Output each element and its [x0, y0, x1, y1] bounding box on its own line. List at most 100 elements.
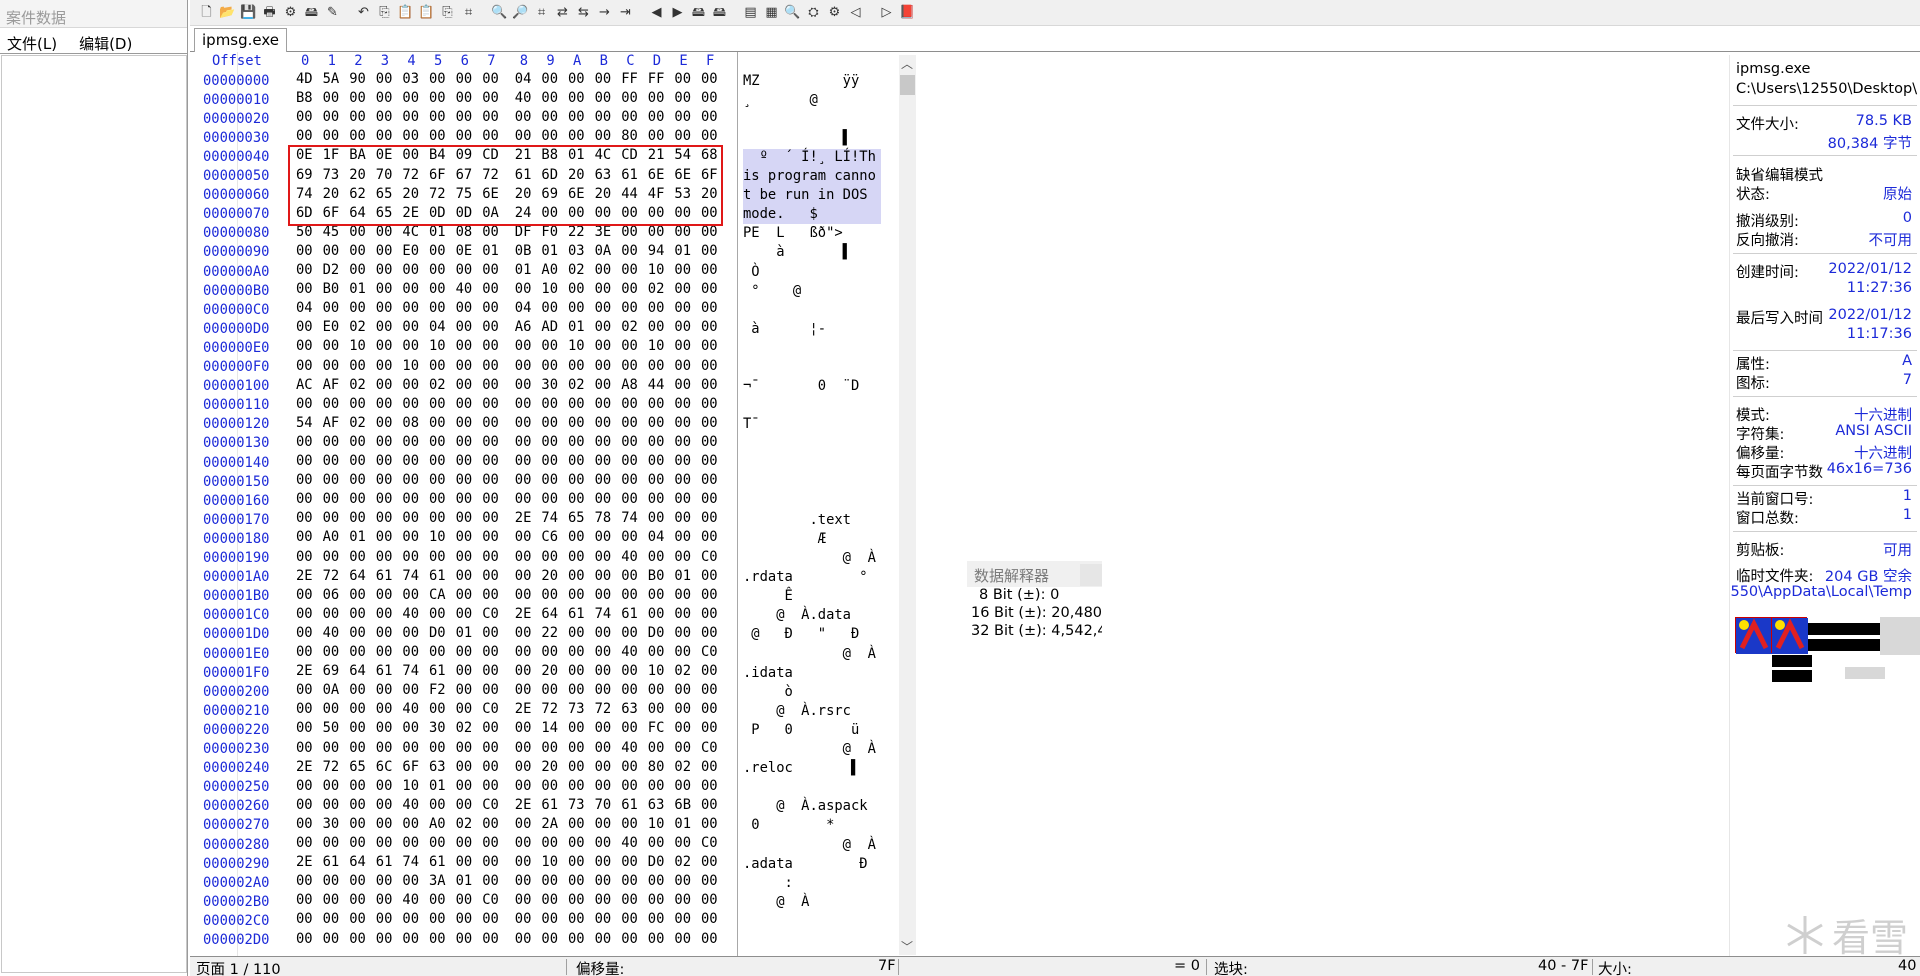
- hex-byte[interactable]: 00: [515, 873, 532, 889]
- hex-byte[interactable]: 00: [402, 510, 419, 526]
- hex-byte[interactable]: 74: [621, 510, 638, 526]
- hex-row[interactable]: 00000210 00 00 00 00 40 00 00 C0 2E 72 73 72 63 00 00 00…: [193, 701, 899, 720]
- hex-row[interactable]: 000000F0 00 00 00 00 10 00 00 00 00 00 00 00 00 00 00 00: [193, 358, 899, 377]
- hex-byte[interactable]: 00: [323, 434, 340, 450]
- hex-byte[interactable]: 00: [349, 396, 366, 412]
- hex-byte[interactable]: 00: [701, 892, 718, 908]
- hex-byte[interactable]: 00: [595, 720, 612, 736]
- hex-byte[interactable]: 00: [621, 778, 638, 794]
- hex-byte[interactable]: 00: [323, 797, 340, 813]
- ascii-text[interactable]: .text: [743, 512, 851, 528]
- hex-byte[interactable]: 00: [595, 453, 612, 469]
- hex-byte[interactable]: 2E: [296, 854, 313, 870]
- hex-byte[interactable]: 40: [323, 625, 340, 641]
- hex-byte[interactable]: 00: [595, 281, 612, 297]
- hex-byte[interactable]: 00: [482, 281, 499, 297]
- hex-byte[interactable]: 40: [621, 549, 638, 565]
- ascii-text[interactable]: @ À: [743, 741, 876, 757]
- hex-byte[interactable]: 00: [376, 453, 393, 469]
- hex-byte[interactable]: 00: [674, 71, 691, 87]
- hex-byte[interactable]: 00: [456, 109, 473, 125]
- hex-byte[interactable]: 00: [701, 529, 718, 545]
- hex-byte[interactable]: 00: [541, 453, 558, 469]
- hex-byte[interactable]: 00: [674, 396, 691, 412]
- hex-byte[interactable]: 00: [674, 625, 691, 641]
- hex-byte[interactable]: 00: [541, 873, 558, 889]
- hex-byte[interactable]: 40: [621, 835, 638, 851]
- hex-byte[interactable]: 00: [429, 453, 446, 469]
- hex-row[interactable]: 000000C0 04 00 00 00 00 00 00 00 04 00 00 00 00 00 00 00: [193, 300, 899, 319]
- hex-byte[interactable]: 00: [541, 90, 558, 106]
- hex-byte[interactable]: 00: [349, 262, 366, 278]
- hex-scrollbar[interactable]: ︿ ﹀: [899, 55, 916, 955]
- hex-byte[interactable]: 00: [674, 510, 691, 526]
- hex-byte[interactable]: 00: [376, 606, 393, 622]
- hex-byte[interactable]: 00: [515, 109, 532, 125]
- hex-byte[interactable]: 00: [402, 396, 419, 412]
- hex-byte[interactable]: 00: [456, 453, 473, 469]
- hex-byte[interactable]: 00: [456, 644, 473, 660]
- hex-byte[interactable]: 90: [349, 71, 366, 87]
- ascii-text[interactable]: ° @: [743, 283, 801, 299]
- view-icon[interactable]: 🔍: [782, 2, 803, 23]
- hex-byte[interactable]: 00: [323, 90, 340, 106]
- hex-byte[interactable]: 45: [323, 224, 340, 240]
- hex-byte[interactable]: 00: [296, 243, 313, 259]
- hex-byte[interactable]: 00: [595, 816, 612, 832]
- hex-byte[interactable]: 00: [621, 396, 638, 412]
- hex-byte[interactable]: 10: [429, 338, 446, 354]
- hex-byte[interactable]: 00: [595, 759, 612, 775]
- ascii-text[interactable]: Æ: [743, 531, 826, 547]
- menu-file[interactable]: 文件(L): [7, 33, 57, 53]
- hex-byte[interactable]: 50: [323, 720, 340, 736]
- interpreter-close-button[interactable]: [1080, 564, 1102, 586]
- ascii-text[interactable]: 0 *: [743, 817, 834, 833]
- hex-byte[interactable]: A0: [541, 262, 558, 278]
- hex-byte[interactable]: 64: [541, 606, 558, 622]
- hex-byte[interactable]: 00: [621, 587, 638, 603]
- hex-byte[interactable]: 00: [429, 701, 446, 717]
- hex-byte[interactable]: 01: [541, 243, 558, 259]
- hex-byte[interactable]: 00: [674, 740, 691, 756]
- hex-byte[interactable]: 00: [515, 931, 532, 947]
- hex-byte[interactable]: 40: [621, 740, 638, 756]
- hex-byte[interactable]: 00: [595, 663, 612, 679]
- hex-byte[interactable]: 00: [648, 740, 665, 756]
- hex-byte[interactable]: 03: [568, 243, 585, 259]
- open-disk-icon[interactable]: 🖴: [301, 2, 322, 23]
- hex-byte[interactable]: 00: [701, 720, 718, 736]
- hex-byte[interactable]: 00: [429, 549, 446, 565]
- hex-byte[interactable]: 00: [376, 128, 393, 144]
- hex-byte[interactable]: 0B: [515, 243, 532, 259]
- hex-byte[interactable]: FF: [621, 71, 638, 87]
- hex-byte[interactable]: 00: [429, 892, 446, 908]
- hex-byte[interactable]: 00: [429, 71, 446, 87]
- hex-byte[interactable]: 01: [349, 529, 366, 545]
- hex-row[interactable]: 00000150 00 00 00 00 00 00 00 00 00 00 00 00 00 00 00 00: [193, 472, 899, 491]
- hex-byte[interactable]: 00: [568, 911, 585, 927]
- hex-byte[interactable]: 00: [621, 434, 638, 450]
- hex-byte[interactable]: D2: [323, 262, 340, 278]
- hex-byte[interactable]: 00: [674, 281, 691, 297]
- hex-byte[interactable]: 00: [568, 931, 585, 947]
- hex-byte[interactable]: 00: [515, 625, 532, 641]
- hex-byte[interactable]: 00: [456, 319, 473, 335]
- disk-tools-icon[interactable]: ⛭: [803, 2, 824, 23]
- hex-byte[interactable]: 00: [701, 377, 718, 393]
- hex-byte[interactable]: 00: [349, 625, 366, 641]
- hex-byte[interactable]: 00: [701, 415, 718, 431]
- hex-byte[interactable]: 00: [595, 377, 612, 393]
- copy-icon[interactable]: ⎘: [374, 2, 395, 23]
- hex-byte[interactable]: 72: [541, 701, 558, 717]
- hex-byte[interactable]: 00: [296, 262, 313, 278]
- hex-byte[interactable]: 00: [482, 644, 499, 660]
- hex-byte[interactable]: 00: [701, 109, 718, 125]
- hex-byte[interactable]: C0: [482, 606, 499, 622]
- hex-byte[interactable]: A0: [323, 529, 340, 545]
- hex-byte[interactable]: 00: [482, 472, 499, 488]
- hex-byte[interactable]: 00: [674, 358, 691, 374]
- hex-byte[interactable]: 00: [296, 396, 313, 412]
- hex-byte[interactable]: 00: [674, 434, 691, 450]
- hex-byte[interactable]: 00: [701, 300, 718, 316]
- hex-byte[interactable]: 00: [456, 587, 473, 603]
